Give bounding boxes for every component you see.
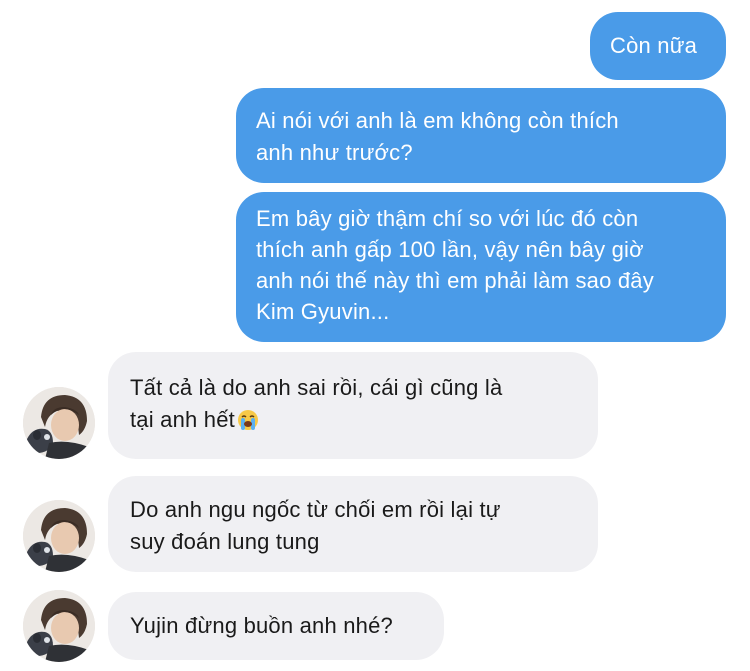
avatar-image	[23, 500, 95, 572]
received-message-text: Do anh ngu ngốc từ chối em rồi lại tự su…	[130, 497, 501, 554]
sent-message-bubble[interactable]: Ai nói với anh là em không còn thích anh…	[236, 88, 726, 183]
contact-avatar[interactable]	[23, 387, 95, 459]
avatar-image	[23, 387, 95, 459]
received-message-bubble[interactable]: Do anh ngu ngốc từ chối em rồi lại tự su…	[108, 476, 598, 572]
contact-avatar[interactable]	[23, 500, 95, 572]
contact-avatar[interactable]	[23, 590, 95, 662]
sent-message-text: Còn nữa	[610, 33, 698, 58]
loudly-crying-face-icon	[237, 408, 259, 440]
avatar-image	[23, 590, 95, 662]
received-message-text: Yujin đừng buồn anh nhé?	[130, 613, 393, 638]
sent-message-bubble[interactable]: Còn nữa	[590, 12, 726, 80]
sent-message-text: Em bây giờ thậm chí so với lúc đó còn th…	[256, 206, 654, 324]
sent-message-text: Ai nói với anh là em không còn thích anh…	[256, 108, 619, 165]
received-message-text: Tất cả là do anh sai rồi, cái gì cũng là…	[130, 372, 576, 440]
received-message-bubble[interactable]: Yujin đừng buồn anh nhé?	[108, 592, 444, 660]
sent-message-bubble[interactable]: Em bây giờ thậm chí so với lúc đó còn th…	[236, 192, 726, 342]
received-message-bubble[interactable]: Tất cả là do anh sai rồi, cái gì cũng là…	[108, 352, 598, 459]
